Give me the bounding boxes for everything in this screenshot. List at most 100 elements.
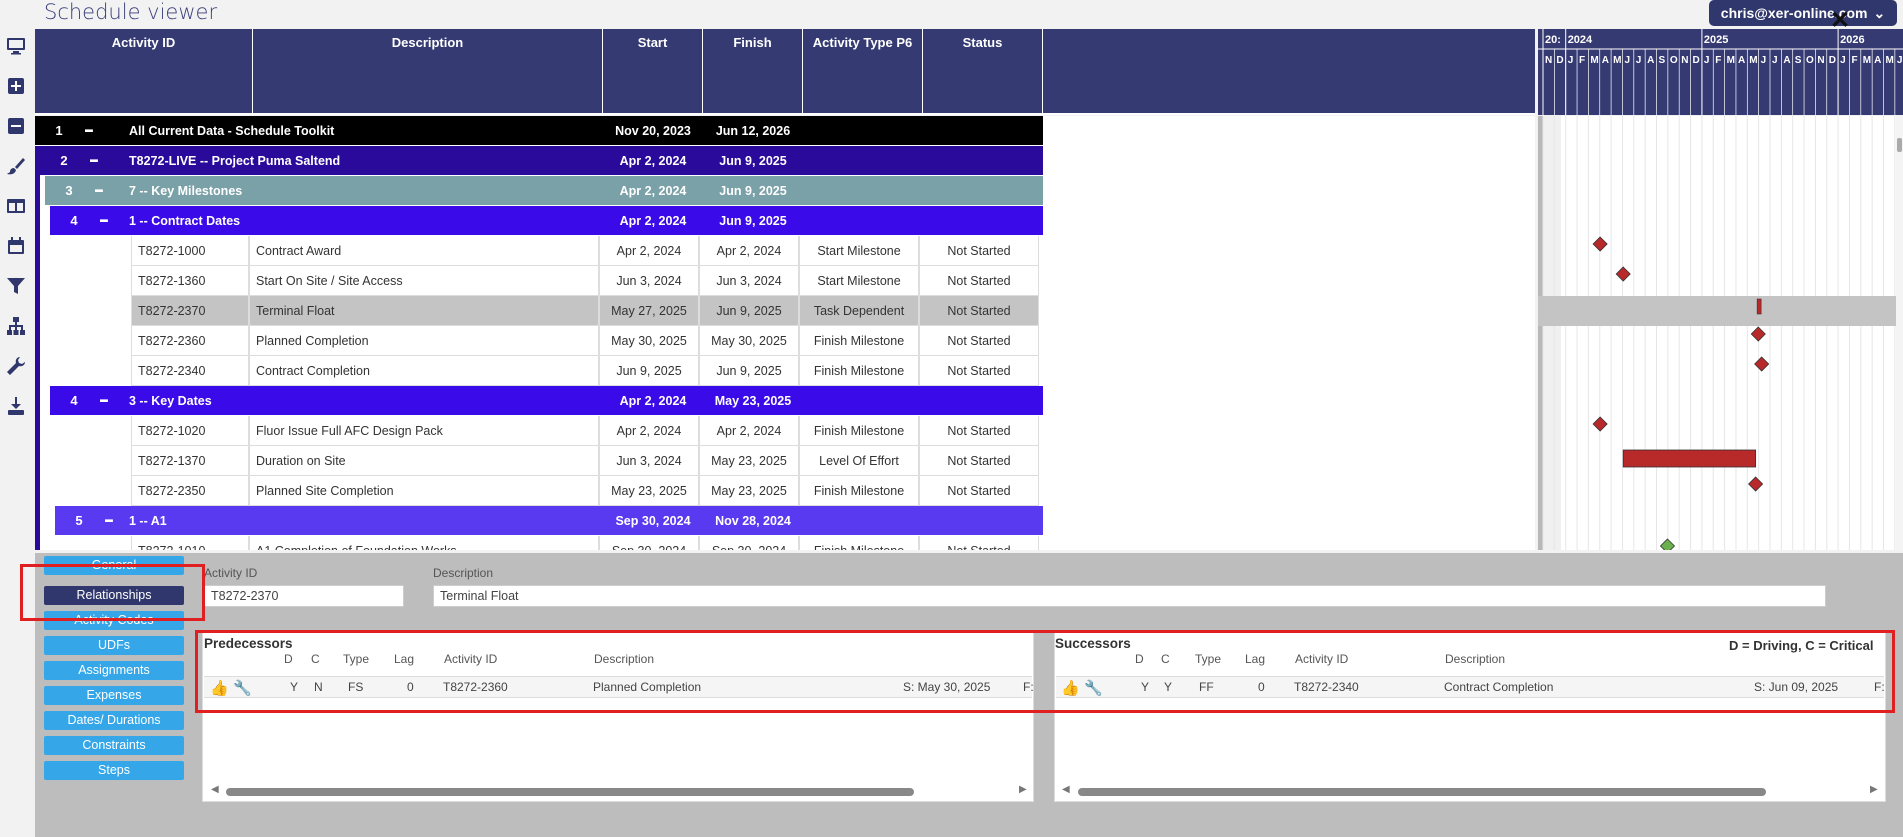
activity-id: T8272-1010	[131, 536, 249, 550]
scroll-right-icon[interactable]: ▶	[1870, 784, 1878, 795]
wbs-band-row[interactable]: 4 ━ 1 -- Contract Dates Apr 2, 2024 Jun 9, 2…	[35, 206, 1535, 236]
minus-square-icon[interactable]	[4, 114, 28, 138]
collapse-icon[interactable]: ━	[100, 386, 120, 416]
scroll-left-icon[interactable]: ◀	[1062, 784, 1070, 795]
plus-square-icon[interactable]	[4, 74, 28, 98]
activity-id: T8272-2360	[131, 326, 249, 356]
tab-dates-durations[interactable]: Dates/ Durations	[44, 711, 184, 730]
row-number: 2	[60, 153, 68, 168]
activity-row[interactable]: T8272-1020 Fluor Issue Full AFC Design Pa…	[35, 416, 1535, 446]
timescale-svg: 20: 2024 2025 2026N D J F M A M J J A S O N D J F M A M J J A S O N…	[1538, 29, 1903, 115]
finish-date: May 30, 2025	[699, 326, 799, 356]
month-label: J	[1704, 55, 1710, 66]
start-date: Jun 3, 2024	[599, 266, 699, 296]
month-label: A	[1738, 55, 1745, 66]
activity-type: Level Of Effort	[799, 446, 919, 476]
activity-row[interactable]: T8272-1370 Duration on Site Jun 3, 2024 May…	[35, 446, 1535, 476]
collapse-icon[interactable]: ━	[85, 116, 105, 146]
calendar-icon[interactable]	[4, 234, 28, 258]
activity-id-field[interactable]: T8272-2370	[204, 585, 404, 607]
column-header-finish[interactable]: Finish	[703, 29, 803, 115]
column-header-status[interactable]: Status	[923, 29, 1043, 115]
highlight-relationships-tab	[20, 564, 205, 621]
gantt-svg	[1538, 116, 1903, 550]
finish-date: Nov 28, 2024	[715, 514, 791, 528]
activity-type: Task Dependent	[799, 296, 919, 326]
activity-row[interactable]: T8272-1010A1 Completion of Foundation Wo…	[35, 536, 1535, 550]
milestone-a1-foundation	[1659, 538, 1676, 550]
activity-description: Contract Completion	[249, 356, 599, 386]
hierarchy-icon[interactable]	[4, 314, 28, 338]
month-label: A	[1874, 55, 1881, 66]
user-menu-button[interactable]: chris@xer-online.com ⌄	[1709, 0, 1897, 26]
month-label: M	[1886, 55, 1894, 66]
activity-id: T8272-2340	[131, 356, 249, 386]
description-field[interactable]: Terminal Float	[433, 585, 1826, 607]
filter-icon[interactable]	[4, 274, 28, 298]
activity-row[interactable]: T8272-2350 Planned Site Completion May 23,…	[35, 476, 1535, 506]
wbs-band-row[interactable]: 2 ━ T8272-LIVE -- Project Puma Saltend Apr …	[35, 146, 1535, 176]
month-label: A	[1647, 55, 1654, 66]
monitor-icon[interactable]	[4, 34, 28, 58]
columns-icon[interactable]	[4, 194, 28, 218]
column-header-activity-id[interactable]: Activity ID	[35, 29, 253, 115]
tab-steps[interactable]: Steps	[44, 761, 184, 780]
milestone-contract-completion	[1754, 356, 1770, 372]
wrench-icon[interactable]	[4, 354, 28, 378]
app-title: Schedule viewer	[44, 0, 218, 24]
download-icon[interactable]	[4, 394, 28, 418]
activity-row[interactable]: T8272-1360 Start On Site / Site Access Jun…	[35, 266, 1535, 296]
tab-expenses[interactable]: Expenses	[44, 686, 184, 705]
bar-duration-on-site	[1622, 449, 1757, 468]
collapse-icon[interactable]: ━	[90, 146, 110, 176]
finish-date: Jun 9, 2025	[699, 296, 799, 326]
column-header-start[interactable]: Start	[603, 29, 703, 115]
row-number: 4	[70, 393, 78, 408]
activity-row[interactable]: T8272-2370 Terminal Float May 27, 2025 Jun …	[35, 296, 1535, 326]
succ-scrollbar[interactable]	[1078, 788, 1766, 796]
month-label: J	[1772, 55, 1778, 66]
activity-row[interactable]: T8272-1000 Contract Award Apr 2, 2024 Apr 2…	[35, 236, 1535, 266]
finish-date: May 23, 2025	[699, 446, 799, 476]
wbs-label: 1 -- Contract Dates	[129, 214, 241, 228]
wbs-label: T8272-LIVE -- Project Puma Saltend	[129, 154, 341, 168]
wbs-band-row[interactable]: 1 ━ All Current Data - Schedule Toolkit Nov…	[35, 116, 1535, 146]
wbs-band-row[interactable]: 5 ━ 1 -- A1 Sep 30, 2024 Nov 28, 2024	[35, 506, 1535, 536]
month-label: J	[1840, 55, 1846, 66]
month-label: M	[1863, 55, 1871, 66]
scroll-left-icon[interactable]: ◀	[211, 784, 219, 795]
month-label: S	[1659, 55, 1666, 66]
month-label: F	[1851, 55, 1857, 66]
wbs-band-row[interactable]: 4 ━ 3 -- Key Dates Apr 2, 2024 May 23, 2025	[35, 386, 1535, 416]
tab-udfs[interactable]: UDFs	[44, 636, 184, 655]
column-header-description[interactable]: Description	[253, 29, 603, 115]
month-label: D	[1693, 55, 1700, 66]
column-header-activity-type[interactable]: Activity Type P6	[803, 29, 923, 115]
activity-row[interactable]: T8272-2340 Contract Completion Jun 9, 2025…	[35, 356, 1535, 386]
start-date: Jun 3, 2024	[599, 446, 699, 476]
tab-constraints[interactable]: Constraints	[44, 736, 184, 755]
activity-id: T8272-1360	[131, 266, 249, 296]
month-label: M	[1749, 55, 1757, 66]
activity-id: T8272-2370	[131, 296, 249, 326]
collapse-icon[interactable]: ━	[105, 506, 125, 536]
close-icon[interactable]: ✕	[1830, 6, 1850, 35]
activity-row[interactable]: T8272-2360 Planned Completion May 30, 2025…	[35, 326, 1535, 356]
wbs-band-row[interactable]: 3 ━ 7 -- Key Milestones Apr 2, 2024 Jun 9, 2…	[35, 176, 1535, 206]
scroll-right-icon[interactable]: ▶	[1019, 784, 1027, 795]
collapse-icon[interactable]: ━	[100, 206, 120, 236]
chevron-down-icon: ⌄	[1873, 4, 1886, 21]
activity-id: T8272-1000	[131, 236, 249, 266]
start-date: Jun 9, 2025	[599, 356, 699, 386]
month-label: F	[1715, 55, 1721, 66]
month-label: M	[1613, 55, 1621, 66]
description-label: Description	[433, 566, 494, 580]
collapse-icon[interactable]: ━	[95, 176, 115, 206]
pred-scrollbar[interactable]	[226, 788, 914, 796]
gantt-scrollbar-thumb	[1897, 138, 1902, 152]
month-label: S	[1795, 55, 1802, 66]
paint-brush-icon[interactable]	[4, 154, 28, 178]
tab-assignments[interactable]: Assignments	[44, 661, 184, 680]
month-label: N	[1545, 55, 1552, 66]
finish-date: Jun 9, 2025	[699, 356, 799, 386]
